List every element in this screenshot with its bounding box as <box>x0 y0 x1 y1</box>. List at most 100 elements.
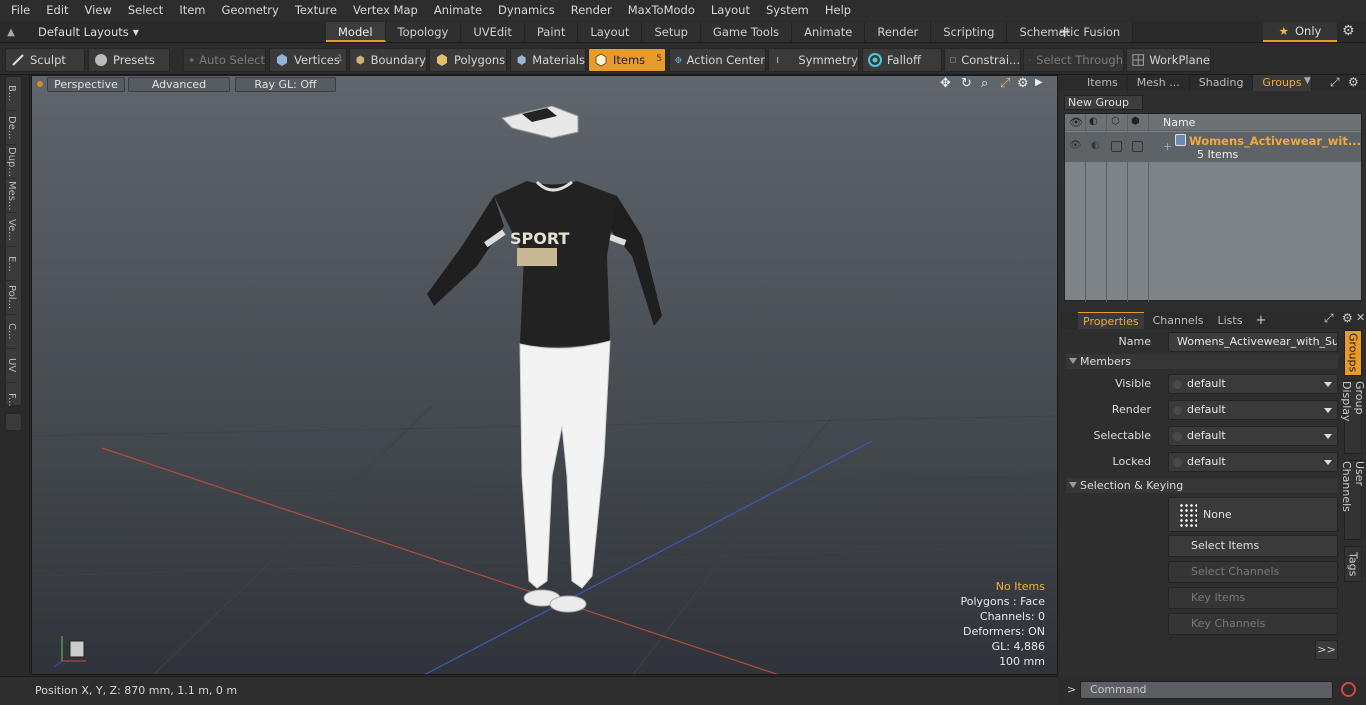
tab-model[interactable]: Model <box>326 22 386 42</box>
name-field[interactable]: Womens_Activewear_with_Sun_ <box>1168 332 1338 352</box>
menu-view[interactable]: View <box>77 0 120 21</box>
tab-game-tools[interactable]: Game Tools <box>700 22 793 42</box>
menu-animate[interactable]: Animate <box>426 0 490 21</box>
panel-gear-icon[interactable]: ⚙ <box>1348 75 1359 89</box>
auto-select-button[interactable]: Auto Select <box>183 48 266 72</box>
selection-keying-section[interactable]: Selection & Keying <box>1066 478 1338 493</box>
render-column-icon[interactable]: ⬡ <box>1111 116 1120 127</box>
gear-icon[interactable]: ⚙ <box>1342 23 1355 39</box>
more-button[interactable]: >> <box>1315 640 1338 660</box>
boundary-button[interactable]: Boundary <box>349 48 427 72</box>
row-render-checkbox[interactable] <box>1111 141 1122 152</box>
panel-tab-1[interactable]: Mesh ... <box>1128 75 1190 91</box>
menu-render[interactable]: Render <box>563 0 620 21</box>
row-lock-icon[interactable]: ◐ <box>1091 140 1100 151</box>
menu-layout[interactable]: Layout <box>703 0 758 21</box>
falloff-button[interactable]: Falloff <box>862 48 942 72</box>
tab-paint[interactable]: Paint <box>524 22 579 42</box>
selectable-select[interactable]: default <box>1168 426 1338 446</box>
panel-tab-0[interactable]: Items <box>1078 75 1128 91</box>
key-channels-button[interactable]: Key Channels <box>1168 613 1338 635</box>
tool-tab-4[interactable]: Ve... <box>6 213 17 247</box>
tab-layout[interactable]: Layout <box>578 22 643 42</box>
command-input[interactable]: Command <box>1080 681 1333 699</box>
side-tab-3[interactable]: Tags <box>1344 546 1362 582</box>
members-section[interactable]: Members <box>1066 354 1338 369</box>
3d-viewport[interactable]: SPORT Perspective Advanced Ray GL: Off ✥… <box>31 75 1058 675</box>
locked-select[interactable]: default <box>1168 452 1338 472</box>
menu-file[interactable]: File <box>0 0 38 21</box>
tab-uvedit[interactable]: UVEdit <box>461 22 525 42</box>
rotate-view-icon[interactable]: ↻ <box>961 76 972 91</box>
menu-help[interactable]: Help <box>817 0 859 21</box>
action-center-button[interactable]: Action Center <box>669 48 766 72</box>
polygons-button[interactable]: Polygons <box>429 48 507 72</box>
viewport-menu-dot[interactable] <box>37 81 43 87</box>
zoom-view-icon[interactable]: ⌕ <box>981 76 988 91</box>
tool-tab-2[interactable]: Dup... <box>6 145 17 179</box>
panel-tab-3[interactable]: Groups <box>1253 75 1312 91</box>
row-select-checkbox[interactable] <box>1132 141 1143 152</box>
tab-animate[interactable]: Animate <box>792 22 866 42</box>
new-group-button[interactable]: New Group <box>1064 95 1143 110</box>
menu-geometry[interactable]: Geometry <box>214 0 287 21</box>
ray-gl-button[interactable]: Ray GL: Off <box>235 77 336 92</box>
materials-button[interactable]: Materials <box>510 48 586 72</box>
select-through-button[interactable]: Select Through <box>1023 48 1124 72</box>
menu-system[interactable]: System <box>758 0 817 21</box>
none-button[interactable]: None <box>1168 497 1338 532</box>
expand-icon[interactable]: + <box>1163 140 1172 153</box>
tab-topology[interactable]: Topology <box>385 22 462 42</box>
workplane-button[interactable]: WorkPlane <box>1126 48 1211 72</box>
fit-view-icon[interactable]: ⤢ <box>1000 76 1010 91</box>
menu-texture[interactable]: Texture <box>287 0 345 21</box>
properties-close-icon[interactable]: ✕ <box>1356 311 1365 324</box>
properties-gear-icon[interactable]: ⚙ <box>1342 311 1353 325</box>
only-toggle[interactable]: ★ Only <box>1263 22 1337 42</box>
sidebar-toggle-button[interactable] <box>5 413 22 431</box>
move-view-icon[interactable]: ✥ <box>940 76 951 91</box>
tab-setup[interactable]: Setup <box>642 22 701 42</box>
tool-tab-0[interactable]: B... <box>6 77 17 111</box>
properties-maximize-icon[interactable]: ⤢ <box>1324 311 1334 326</box>
viewport-gear-icon[interactable]: ⚙ <box>1017 76 1029 91</box>
properties-tab-0[interactable]: Properties <box>1078 312 1144 329</box>
vertices-button[interactable]: Vertices 1 <box>269 48 347 72</box>
properties-tab-2[interactable]: Lists <box>1213 312 1248 329</box>
tool-tab-3[interactable]: Mes... <box>6 179 17 213</box>
menu-edit[interactable]: Edit <box>38 0 76 21</box>
panel-maximize-icon[interactable]: ⤢ <box>1330 75 1340 90</box>
add-tab-icon[interactable]: + <box>1255 312 1266 329</box>
symmetry-button[interactable]: Symmetry <box>768 48 859 72</box>
viewport-expand-icon[interactable]: ▶ <box>1035 77 1043 88</box>
side-tab-2[interactable]: User Channels <box>1340 460 1366 540</box>
items-button[interactable]: Items 5 <box>588 48 666 72</box>
advanced-button[interactable]: Advanced <box>128 77 230 92</box>
row-eye-icon[interactable]: 👁 <box>1069 140 1082 151</box>
visibility-column-icon[interactable]: 👁 <box>1069 116 1083 129</box>
perspective-button[interactable]: Perspective <box>47 77 125 92</box>
menu-select[interactable]: Select <box>120 0 171 21</box>
name-column-header[interactable]: Name <box>1163 116 1195 129</box>
tab-scripting[interactable]: Scripting <box>931 22 1008 42</box>
presets-button[interactable]: Presets <box>88 48 170 72</box>
layouts-selector[interactable]: ▲ Default Layouts ▼ <box>0 21 139 43</box>
group-row[interactable]: 👁 ◐ + Womens_Activewear_wit... 5 Items <box>1065 132 1361 162</box>
select-column-icon[interactable]: ⬢ <box>1131 116 1140 127</box>
constraints-button[interactable]: Constrai... <box>944 48 1021 72</box>
tool-tab-6[interactable]: Pol... <box>6 281 17 315</box>
lock-column-icon[interactable]: ◐ <box>1089 116 1098 127</box>
tool-tab-7[interactable]: C... <box>6 315 17 349</box>
visible-select[interactable]: default <box>1168 374 1338 394</box>
menu-item[interactable]: Item <box>171 0 213 21</box>
menu-vertex-map[interactable]: Vertex Map <box>345 0 426 21</box>
collapse-icon[interactable]: ▲ <box>0 27 22 38</box>
tab-render[interactable]: Render <box>865 22 932 42</box>
menu-maxtomodo[interactable]: MaxToModo <box>620 0 703 21</box>
menu-dynamics[interactable]: Dynamics <box>490 0 563 21</box>
add-tab-icon[interactable]: + <box>1058 22 1072 42</box>
sculpt-button[interactable]: Sculpt <box>5 48 85 72</box>
tool-tab-8[interactable]: UV <box>6 349 17 383</box>
render-select[interactable]: default <box>1168 400 1338 420</box>
select-channels-button[interactable]: Select Channels <box>1168 561 1338 583</box>
